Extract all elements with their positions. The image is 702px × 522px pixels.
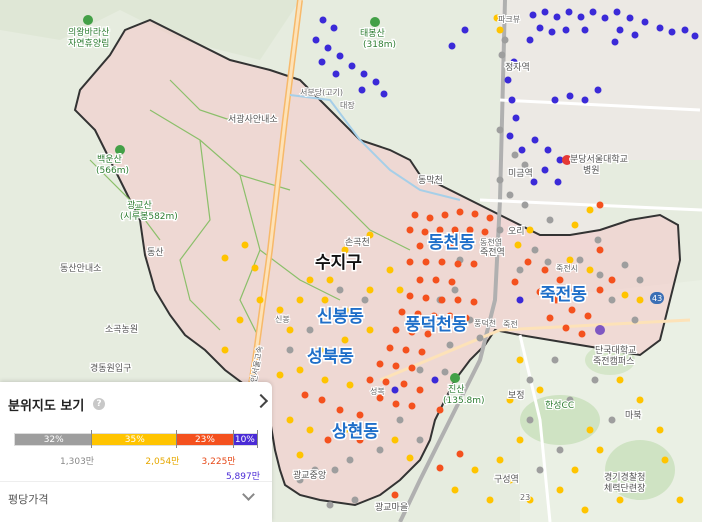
- place-label: (135.8m): [443, 396, 485, 406]
- place-label: 대장: [340, 100, 355, 110]
- place-label: 단국대학교: [595, 345, 636, 356]
- legend-panel: 분위지도 보기 ? 32% 35% 23% 10% 1,303만 2,054만 3,225…: [0, 382, 272, 522]
- place-label: 진산: [448, 384, 465, 395]
- legend-tick: [232, 430, 234, 448]
- place-label: (566m): [96, 166, 129, 176]
- divider: [0, 481, 272, 482]
- place-label: 파크뷰: [498, 15, 520, 24]
- help-icon[interactable]: ?: [93, 398, 105, 410]
- place-label: 소곡농원: [105, 324, 138, 335]
- dong-label-pungdeokcheon: 풍덕천동: [405, 315, 468, 335]
- place-label: 체력단련장: [604, 482, 645, 494]
- legend-segment: 10%: [232, 434, 257, 445]
- dong-label-seongbok: 성북동: [307, 347, 354, 367]
- place-label: (318m): [363, 40, 396, 50]
- place-label: 구성역: [494, 474, 519, 485]
- place-label: 의왕바라산: [68, 27, 109, 38]
- place-label: 동천역: [480, 237, 502, 247]
- dong-label-sinbong: 신봉동: [317, 307, 364, 327]
- dong-label-jukjeon: 죽전동: [540, 285, 587, 305]
- place-label: 백운산: [97, 154, 122, 165]
- place-label: 마북: [625, 410, 642, 421]
- legend-title: 분위지도 보기: [8, 399, 85, 414]
- place-label: 죽전캠퍼스: [593, 355, 634, 367]
- place-label: 서분당(고기): [300, 87, 343, 97]
- place-label: 경동원입구: [90, 362, 131, 374]
- place-label: 자연휴양림: [68, 37, 109, 49]
- place-label: 23: [520, 493, 530, 502]
- chevron-down-icon[interactable]: [242, 488, 255, 501]
- legend-tick: [257, 430, 258, 448]
- legend-segment: 35%: [92, 434, 178, 445]
- place-label: 분당서울대학교: [570, 154, 628, 165]
- place-label: 경기경찰청: [604, 471, 645, 483]
- place-label: 죽전: [503, 319, 518, 329]
- chevron-right-icon[interactable]: [253, 393, 269, 409]
- place-label: 보정: [508, 390, 525, 401]
- district-label-suji: 수지구: [315, 253, 362, 273]
- place-label: 한성CC: [545, 400, 574, 411]
- price-per-pyeong-label: 평당가격: [8, 493, 49, 506]
- place-label: 성복: [370, 387, 385, 396]
- place-label: 동산: [147, 247, 164, 258]
- place-label: 죽전역: [480, 247, 505, 258]
- place-label: 태봉산: [360, 28, 385, 39]
- price-distribution-bar: 32% 35% 23% 10%: [14, 433, 258, 446]
- place-label: 풍덕천: [474, 318, 496, 328]
- legend-price: 2,054만: [145, 457, 180, 467]
- dong-label-dongcheon: 동천동: [428, 233, 475, 253]
- place-label: 광교중앙: [293, 469, 326, 481]
- place-label: 동산안내소: [60, 263, 101, 274]
- legend-price: 3,225만: [201, 457, 236, 467]
- place-label: 43: [652, 294, 662, 303]
- place-label: 정자역: [505, 62, 530, 73]
- place-label: 광교산: [127, 199, 152, 211]
- dong-label-sanghyeon: 상현동: [332, 422, 379, 442]
- place-label: 신봉: [275, 315, 290, 324]
- legend-segment: 32%: [15, 434, 93, 445]
- place-label: 광교마을: [375, 501, 408, 513]
- place-label: 병원: [583, 165, 600, 176]
- legend-tick: [176, 430, 178, 448]
- place-label: 손곡천: [345, 237, 370, 248]
- place-label: 서광사안내소: [228, 113, 278, 125]
- legend-price: 1,303만: [60, 457, 95, 467]
- legend-tick: [91, 430, 93, 448]
- place-label: 미금역: [508, 168, 533, 179]
- place-label: 동막천: [418, 175, 443, 186]
- place-label: 죽전시: [556, 263, 578, 273]
- legend-segment: 23%: [177, 434, 233, 445]
- place-label: (시루봉582m): [120, 211, 178, 222]
- place-label: 오리: [508, 226, 525, 237]
